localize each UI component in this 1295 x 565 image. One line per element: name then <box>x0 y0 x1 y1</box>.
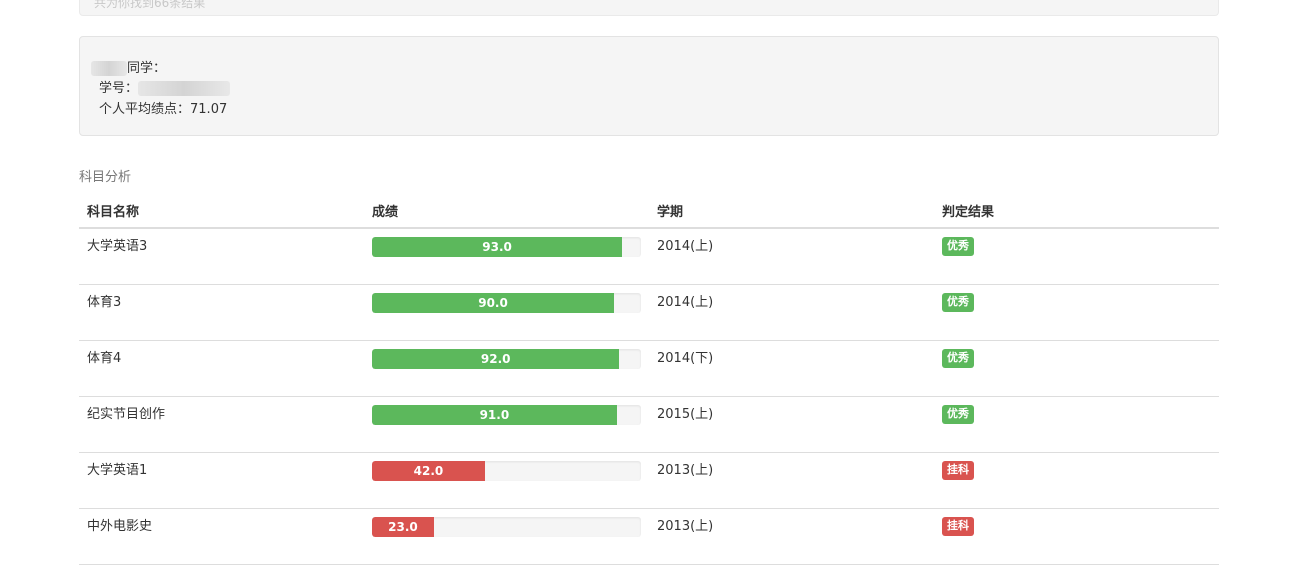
student-id-label: 学号： <box>99 81 139 96</box>
term-text: 2013(上) <box>657 462 714 478</box>
grades-table-body: 大学英语3 93.0 2014(上) 优秀 体育3 90.0 2014(上) 优秀 体育4 92.… <box>79 228 1219 565</box>
subject-cell: 纪实节目创作 <box>79 396 364 453</box>
result-cell: 优秀 <box>934 396 1219 453</box>
score-progress: 92.0 <box>372 348 641 369</box>
score-progress-bar: 23.0 <box>372 516 434 537</box>
subject-name: 体育4 <box>87 350 122 366</box>
term-cell: 2014(上) <box>649 284 934 341</box>
term-text: 2015(上) <box>657 406 714 422</box>
search-result-well: 共为你找到66条结果 <box>79 0 1219 16</box>
result-count-text: 共为你找到66条结果 <box>94 0 206 10</box>
term-cell: 2014(上) <box>649 228 934 285</box>
table-row: 体育3 90.0 2014(上) 优秀 <box>79 284 1219 341</box>
term-cell: 2013(上) <box>649 452 934 509</box>
score-progress-bar: 92.0 <box>372 348 620 369</box>
subject-name: 体育3 <box>87 294 122 310</box>
result-cell: 挂科 <box>934 452 1219 509</box>
score-progress-bar: 91.0 <box>372 404 617 425</box>
subject-cell: 大学英语1 <box>79 452 364 509</box>
result-badge: 优秀 <box>942 404 974 424</box>
gpa-value: 71.07 <box>190 102 228 117</box>
header-score: 成绩 <box>364 193 649 229</box>
score-progress: 23.0 <box>372 516 641 537</box>
result-cell: 优秀 <box>934 284 1219 341</box>
result-badge: 挂科 <box>942 460 974 480</box>
gpa-label: 个人平均绩点： <box>99 102 191 117</box>
score-progress-bar: 93.0 <box>372 237 623 257</box>
table-row: 纪实节目创作 91.0 2015(上) 优秀 <box>79 396 1219 453</box>
subject-name: 大学英语1 <box>87 462 148 478</box>
result-badge: 优秀 <box>942 292 974 312</box>
grades-table: 科目名称 成绩 学期 判定结果 大学英语3 93.0 2014(上) 优秀 体育3 90.… <box>79 193 1219 565</box>
score-cell: 42.0 <box>364 452 649 509</box>
result-cell: 优秀 <box>934 340 1219 397</box>
result-badge: 优秀 <box>942 348 974 368</box>
redacted-student-id <box>138 81 231 96</box>
table-row: 体育4 92.0 2014(下) 优秀 <box>79 340 1219 397</box>
score-cell: 91.0 <box>364 396 649 453</box>
score-progress: 42.0 <box>372 460 641 481</box>
score-cell: 90.0 <box>364 284 649 341</box>
result-cell: 优秀 <box>934 228 1219 285</box>
subject-name: 大学英语3 <box>87 239 148 254</box>
score-progress: 90.0 <box>372 292 641 313</box>
score-cell: 92.0 <box>364 340 649 397</box>
score-progress: 93.0 <box>372 237 641 257</box>
score-progress-bar: 90.0 <box>372 292 615 313</box>
subject-cell: 中外电影史 <box>79 508 364 565</box>
subject-cell: 大学英语3 <box>79 228 364 285</box>
header-subject: 科目名称 <box>79 193 364 229</box>
score-progress-bar: 42.0 <box>372 460 485 481</box>
result-badge: 挂科 <box>942 516 974 536</box>
term-cell: 2013(上) <box>649 508 934 565</box>
term-text: 2014(下) <box>657 350 714 366</box>
subject-name: 中外电影史 <box>87 518 153 534</box>
score-progress: 91.0 <box>372 404 641 425</box>
student-name-line: 同学： <box>91 57 166 76</box>
subject-cell: 体育3 <box>79 284 364 341</box>
student-id-line: 学号： <box>99 77 231 96</box>
term-cell: 2014(下) <box>649 340 934 397</box>
result-badge: 优秀 <box>942 237 974 256</box>
table-row: 大学英语1 42.0 2013(上) 挂科 <box>79 452 1219 509</box>
header-result: 判定结果 <box>934 193 1219 229</box>
result-cell: 挂科 <box>934 508 1219 565</box>
term-text: 2014(上) <box>657 239 714 254</box>
subject-cell: 体育4 <box>79 340 364 397</box>
term-cell: 2015(上) <box>649 396 934 453</box>
student-info-well: 同学： 学号： 个人平均绩点：71.07 <box>79 36 1219 136</box>
header-term: 学期 <box>649 193 934 229</box>
subject-analysis-title: 科目分析 <box>79 170 132 185</box>
table-row: 大学英语3 93.0 2014(上) 优秀 <box>79 228 1219 285</box>
student-gpa-line: 个人平均绩点：71.07 <box>99 98 227 117</box>
term-text: 2013(上) <box>657 518 714 534</box>
redacted-name <box>91 61 127 76</box>
score-cell: 93.0 <box>364 228 649 285</box>
table-row: 中外电影史 23.0 2013(上) 挂科 <box>79 508 1219 565</box>
student-name-suffix: 同学： <box>127 61 167 76</box>
table-header-row: 科目名称 成绩 学期 判定结果 <box>79 193 1219 229</box>
term-text: 2014(上) <box>657 294 714 310</box>
score-cell: 23.0 <box>364 508 649 565</box>
subject-name: 纪实节目创作 <box>87 406 166 422</box>
